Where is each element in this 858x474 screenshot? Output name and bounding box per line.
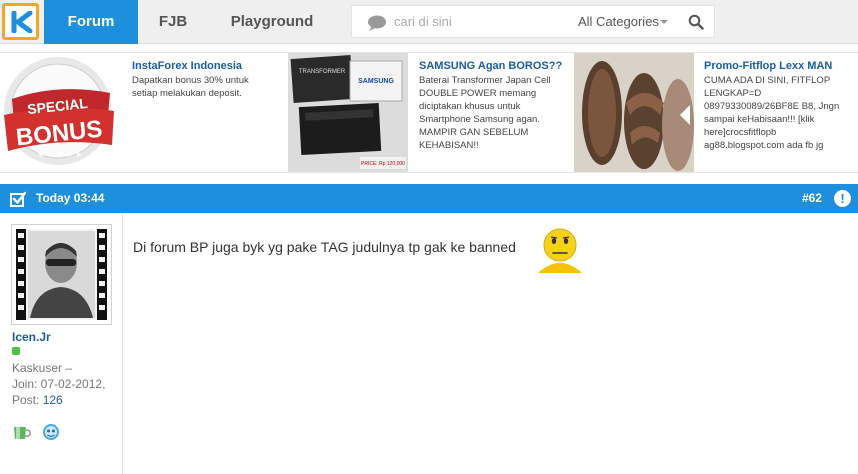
ad-title[interactable]: InstaForex Indonesia (132, 59, 242, 73)
tab-forum[interactable]: Forum (44, 0, 138, 44)
ad-description: Dapatkan bonus 30% untuk setiap melakuka… (132, 75, 249, 99)
post-timestamp: Today 03:44 (36, 191, 105, 205)
checkbox-icon[interactable] (10, 191, 26, 207)
chevron-down-icon[interactable] (660, 20, 668, 24)
ad-image-sandals[interactable] (574, 53, 694, 172)
post-content: Di forum BP juga byk yg pake TAG judulny… (124, 213, 858, 474)
emoticon-badge-icon[interactable] (42, 423, 60, 441)
chat-bubble-icon[interactable] (360, 14, 394, 32)
user-post-count: Post: 126 (12, 392, 120, 408)
category-select[interactable]: All Categories (578, 6, 659, 37)
search-bar: All Categories (351, 5, 715, 38)
online-status-icon (12, 347, 20, 355)
post-header: Today 03:44 #62 ! (0, 184, 858, 213)
post-user-sidebar: Icen.Jr Kaskuser – Join: 07-02-2012, Pos… (0, 213, 123, 474)
post-count-label: Post: (12, 393, 43, 407)
ad-strip: SPECIAL BONUS ★ ★ ★ ★ ★ InstaForex Indon… (0, 52, 858, 173)
svg-text:★ ★ ★ ★ ★: ★ ★ ★ ★ ★ (38, 150, 83, 159)
tab-fjb[interactable]: FJB (148, 0, 198, 44)
post-number-link[interactable]: #62 (802, 184, 822, 213)
ad-image-bonus[interactable]: SPECIAL BONUS ★ ★ ★ ★ ★ (0, 53, 121, 172)
top-navigation: Forum FJB Playground All Categories (0, 0, 858, 44)
post-count-link[interactable]: 126 (43, 393, 63, 407)
exclamation-icon[interactable]: ! (834, 190, 851, 207)
user-join-date: Join: 07-02-2012, (12, 377, 106, 391)
user-rank: Kaskuser – (12, 361, 73, 375)
kaskus-logo-icon[interactable] (2, 3, 39, 40)
ad-title[interactable]: SAMSUNG Agan BOROS?? (419, 59, 562, 73)
sad-smiley-icon (538, 228, 582, 273)
user-info: Kaskuser – Join: 07-02-2012, Post: 126 (12, 360, 120, 408)
tab-playground[interactable]: Playground (222, 0, 322, 44)
search-icon[interactable] (688, 14, 704, 30)
chevron-left-icon[interactable] (680, 105, 690, 125)
cup-badge-icon[interactable] (12, 423, 32, 441)
ad-image-text-brand: TRANSFORMER (299, 69, 346, 75)
ad-image-text-samsung: SAMSUNG (358, 78, 394, 85)
ad-description: CUMA ADA DI SINI, FITFLOP LENGKAP=D 0897… (704, 75, 840, 151)
avatar[interactable] (11, 224, 112, 325)
ad-description: Baterai Transformer Japan Cell DOUBLE PO… (419, 75, 551, 151)
search-input[interactable] (394, 9, 564, 34)
ad-image-text-price: PRICE: Rp 120,000 (361, 161, 405, 167)
username-link[interactable]: Icen.Jr (12, 330, 51, 344)
ad-image-battery[interactable]: TRANSFORMER SAMSUNG PRICE: Rp 120,000 (288, 53, 408, 172)
post-message: Di forum BP juga byk yg pake TAG judulny… (133, 239, 516, 255)
ad-title[interactable]: Promo-Fitflop Lexx MAN (704, 59, 832, 73)
